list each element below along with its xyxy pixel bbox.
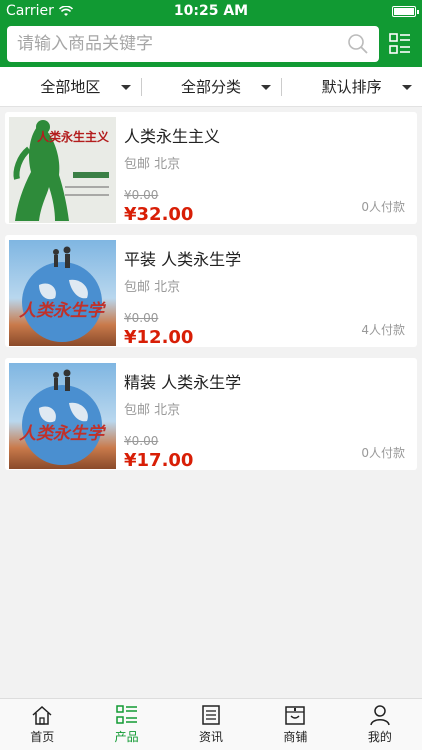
tab-news[interactable]: 资讯 <box>169 699 253 750</box>
filter-bar: 全部地区 全部分类 默认排序 <box>0 67 422 107</box>
top-bar: Carrier 10:25 AM <box>0 0 422 67</box>
product-image: 人类永生主义 <box>9 117 116 223</box>
product-title[interactable]: 人类永生主义 <box>124 123 413 147</box>
tab-home-label: 首页 <box>30 730 55 744</box>
product-info: 人类永生主义 包邮 北京 ¥0.00 ¥32.00 0人付款 <box>116 117 413 225</box>
news-icon <box>202 705 220 725</box>
product-meta: 包邮 北京 <box>124 157 181 172</box>
book-cover-illustration: 人类永生学 <box>19 369 107 465</box>
search-row <box>7 26 416 62</box>
product-title[interactable]: 平装 人类永生学 <box>124 246 413 270</box>
battery-icon <box>392 5 419 17</box>
home-icon <box>32 705 52 725</box>
product-sold-count: 4人付款 <box>361 323 405 337</box>
tab-mine-label: 我的 <box>367 730 392 744</box>
product-sold-count: 0人付款 <box>361 200 405 214</box>
product-sold-count: 0人付款 <box>361 446 405 460</box>
product-meta: 包邮 北京 <box>124 280 181 295</box>
clock: 10:25 AM <box>173 3 249 19</box>
status-bar: Carrier 10:25 AM <box>0 0 422 22</box>
product-list: 人类永生主义 人类永生主义 包邮 北京 ¥0.00 ¥32.00 0人付款 人类… <box>0 107 422 471</box>
tab-bar: 首页 产品 资讯 商铺 我的 <box>0 698 422 750</box>
list-icon <box>115 705 137 724</box>
shop-icon <box>285 706 306 725</box>
product-card[interactable]: 人类永生学 平装 人类永生学 包邮 北京 ¥0.00 ¥12.00 4人付款 <box>5 235 417 348</box>
product-meta: 包邮 北京 <box>124 403 181 418</box>
user-icon <box>370 705 390 726</box>
filter-region-label: 全部地区 <box>40 78 101 96</box>
product-image: 人类永生学 <box>9 363 116 469</box>
caret-down-icon <box>261 85 272 90</box>
product-image: 人类永生学 <box>9 240 116 346</box>
product-info: 平装 人类永生学 包邮 北京 ¥0.00 ¥12.00 4人付款 <box>116 240 413 348</box>
book-cover-illustration: 人类永生学 <box>19 246 107 342</box>
tab-shop-label: 商铺 <box>283 730 308 744</box>
cover-title-text: 人类永生主义 <box>37 129 110 144</box>
layout-toggle-icon[interactable] <box>389 33 411 55</box>
product-card[interactable]: 人类永生主义 人类永生主义 包邮 北京 ¥0.00 ¥32.00 0人付款 <box>5 112 417 225</box>
search-input[interactable] <box>17 34 347 54</box>
tab-news-label: 资讯 <box>199 730 224 744</box>
book-cover-illustration: 人类永生主义 <box>13 120 110 221</box>
tab-shop[interactable]: 商铺 <box>253 699 337 750</box>
product-card[interactable]: 人类永生学 精装 人类永生学 包邮 北京 ¥0.00 ¥17.00 0人付款 <box>5 358 417 471</box>
filter-sort[interactable]: 默认排序 <box>281 67 422 106</box>
filter-category-label: 全部分类 <box>181 78 242 96</box>
tab-products-label: 产品 <box>114 730 139 744</box>
cover-title-text: 人类永生学 <box>19 301 107 321</box>
tab-mine[interactable]: 我的 <box>338 699 422 750</box>
product-title[interactable]: 精装 人类永生学 <box>124 369 413 393</box>
search-box[interactable] <box>7 26 379 62</box>
caret-down-icon <box>402 85 413 90</box>
product-info: 精装 人类永生学 包邮 北京 ¥0.00 ¥17.00 0人付款 <box>116 363 413 471</box>
caret-down-icon <box>120 85 131 90</box>
tab-products[interactable]: 产品 <box>84 699 168 750</box>
filter-category[interactable]: 全部分类 <box>140 67 282 106</box>
filter-sort-label: 默认排序 <box>321 78 382 96</box>
tab-home[interactable]: 首页 <box>0 699 84 750</box>
cover-title-text: 人类永生学 <box>19 424 107 444</box>
filter-region[interactable]: 全部地区 <box>0 67 141 106</box>
search-icon[interactable] <box>347 33 369 55</box>
